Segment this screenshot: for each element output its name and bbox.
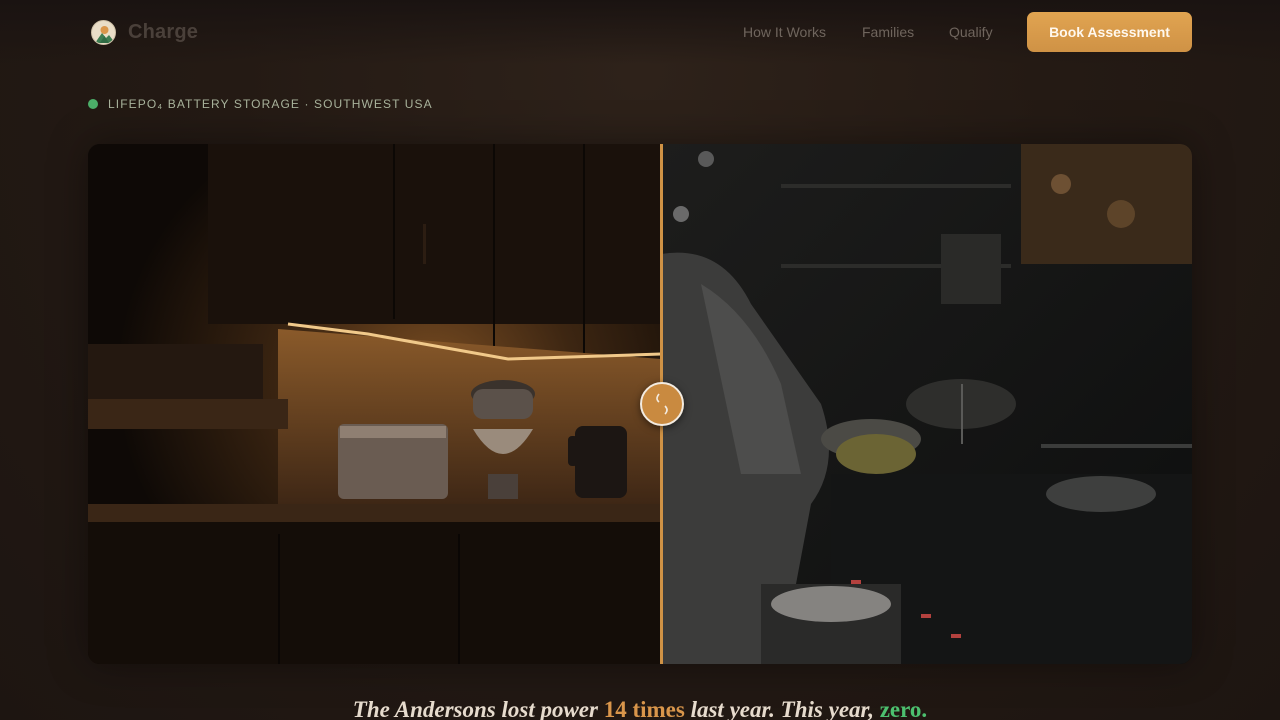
nav-link-how-it-works[interactable]: How It Works: [743, 24, 826, 40]
brand-name: Charge: [128, 21, 199, 43]
brand-link[interactable]: Charge: [91, 20, 198, 45]
eyebrow-tag: LIFEPO₄ BATTERY STORAGE · SOUTHWEST USA: [88, 97, 433, 111]
dark-kitchen-outage-image: [661, 144, 1192, 664]
eyebrow-text: LIFEPO₄ BATTERY STORAGE · SOUTHWEST USA: [108, 97, 433, 111]
top-nav: Charge How It Works Families Qualify Boo…: [0, 0, 1280, 64]
book-assessment-button[interactable]: Book Assessment: [1027, 12, 1192, 52]
nav-link-qualify[interactable]: Qualify: [949, 24, 993, 40]
nav-link-families[interactable]: Families: [862, 24, 914, 40]
kitchen-lit-by-battery-image: [88, 144, 661, 664]
headline-part2: last year. This year,: [684, 697, 880, 720]
headline-highlight: 14 times: [603, 697, 685, 720]
story-headline: The Andersons lost power 14 times last y…: [0, 697, 1280, 720]
before-after-comparison[interactable]: [88, 144, 1192, 664]
status-dot-icon: [88, 99, 98, 109]
headline-part1: The Andersons lost power: [352, 697, 604, 720]
sun-mountain-icon: [91, 20, 116, 45]
headline-zero: zero.: [879, 697, 928, 720]
drag-handle-icon[interactable]: [640, 382, 684, 426]
